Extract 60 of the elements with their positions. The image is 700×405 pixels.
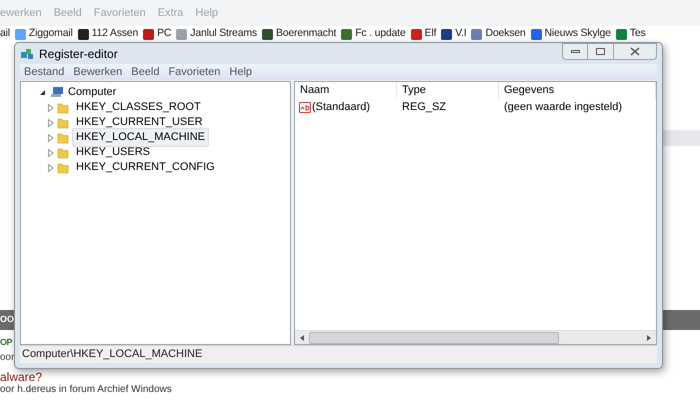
- menu-item[interactable]: Bestand: [24, 64, 64, 80]
- favorite-link[interactable]: Janlul Streams: [190, 26, 257, 42]
- favorite-link[interactable]: Boerenmacht: [276, 26, 336, 42]
- forum-byline: oor: [0, 351, 14, 365]
- favorite-link[interactable]: Fc . update: [355, 26, 406, 42]
- folder-icon: [57, 116, 69, 128]
- site-icon: [410, 28, 422, 40]
- close-button[interactable]: [613, 43, 657, 60]
- forum-heading: OP: [0, 336, 12, 349]
- close-icon: [630, 47, 640, 56]
- scroll-right-icon[interactable]: [647, 334, 651, 340]
- status-bar: Computer\HKEY_LOCAL_MACHINE: [20, 345, 657, 363]
- table-cell-text: (Standaard): [312, 100, 370, 115]
- tree-item[interactable]: HKEY_LOCAL_MACHINE: [72, 128, 209, 147]
- favorite-link[interactable]: ail: [0, 26, 10, 42]
- favorite-link[interactable]: Ziggomail: [28, 26, 73, 42]
- site-icon: [78, 28, 89, 40]
- folder-icon: [57, 132, 69, 144]
- column-header[interactable]: Type: [397, 82, 499, 99]
- menu-item[interactable]: Help: [229, 64, 252, 80]
- site-icon: [143, 28, 154, 40]
- scrollbar-thumb[interactable]: [309, 332, 559, 344]
- minimize-button[interactable]: [562, 43, 588, 60]
- folder-icon: [57, 146, 69, 158]
- site-icon: [14, 28, 26, 40]
- column-header[interactable]: Naam: [295, 82, 397, 99]
- site-icon: [262, 28, 273, 40]
- registry-icon: [20, 46, 35, 60]
- site-icon: [341, 28, 352, 40]
- folder-icon: [57, 162, 69, 174]
- horizontal-scrollbar[interactable]: [295, 330, 656, 344]
- site-icon: [441, 28, 452, 40]
- column-header[interactable]: Gegevens: [499, 82, 656, 99]
- site-icon: [471, 28, 482, 40]
- menu-item[interactable]: Favorieten: [168, 64, 220, 80]
- thread-byline: oor h.dereus in forum Archief Windows: [0, 383, 172, 397]
- site-icon: [530, 28, 542, 40]
- window-title: Register-editor: [39, 46, 118, 62]
- maximize-button[interactable]: [588, 43, 613, 60]
- table-cell-text: (geen waarde ingesteld): [503, 100, 624, 115]
- tree-item[interactable]: Computer: [68, 84, 116, 100]
- favorite-link[interactable]: Elf: [424, 26, 436, 42]
- favorite-link[interactable]: Tes: [630, 26, 646, 42]
- favorite-link[interactable]: 112 Assen: [92, 26, 138, 42]
- site-icon: [176, 28, 188, 40]
- page-band: [662, 310, 700, 330]
- menu-item[interactable]: Bewerken: [73, 64, 122, 80]
- favorite-link[interactable]: PC: [157, 26, 172, 42]
- site-icon: [616, 28, 627, 40]
- favorite-link[interactable]: V.I: [455, 26, 466, 42]
- expanded-arrow-icon[interactable]: [39, 88, 46, 96]
- scroll-left-icon[interactable]: [300, 334, 304, 340]
- table-cell-text: REG_SZ: [401, 100, 448, 115]
- favorite-link[interactable]: Doeksen: [485, 26, 526, 42]
- thread-title[interactable]: alware?: [0, 368, 42, 386]
- string-value-icon: [299, 102, 311, 112]
- folder-icon: [57, 102, 69, 114]
- computer-icon: [50, 86, 64, 98]
- favorite-link[interactable]: Nieuws Skylge: [544, 26, 611, 42]
- menu-item[interactable]: Beeld: [131, 64, 160, 80]
